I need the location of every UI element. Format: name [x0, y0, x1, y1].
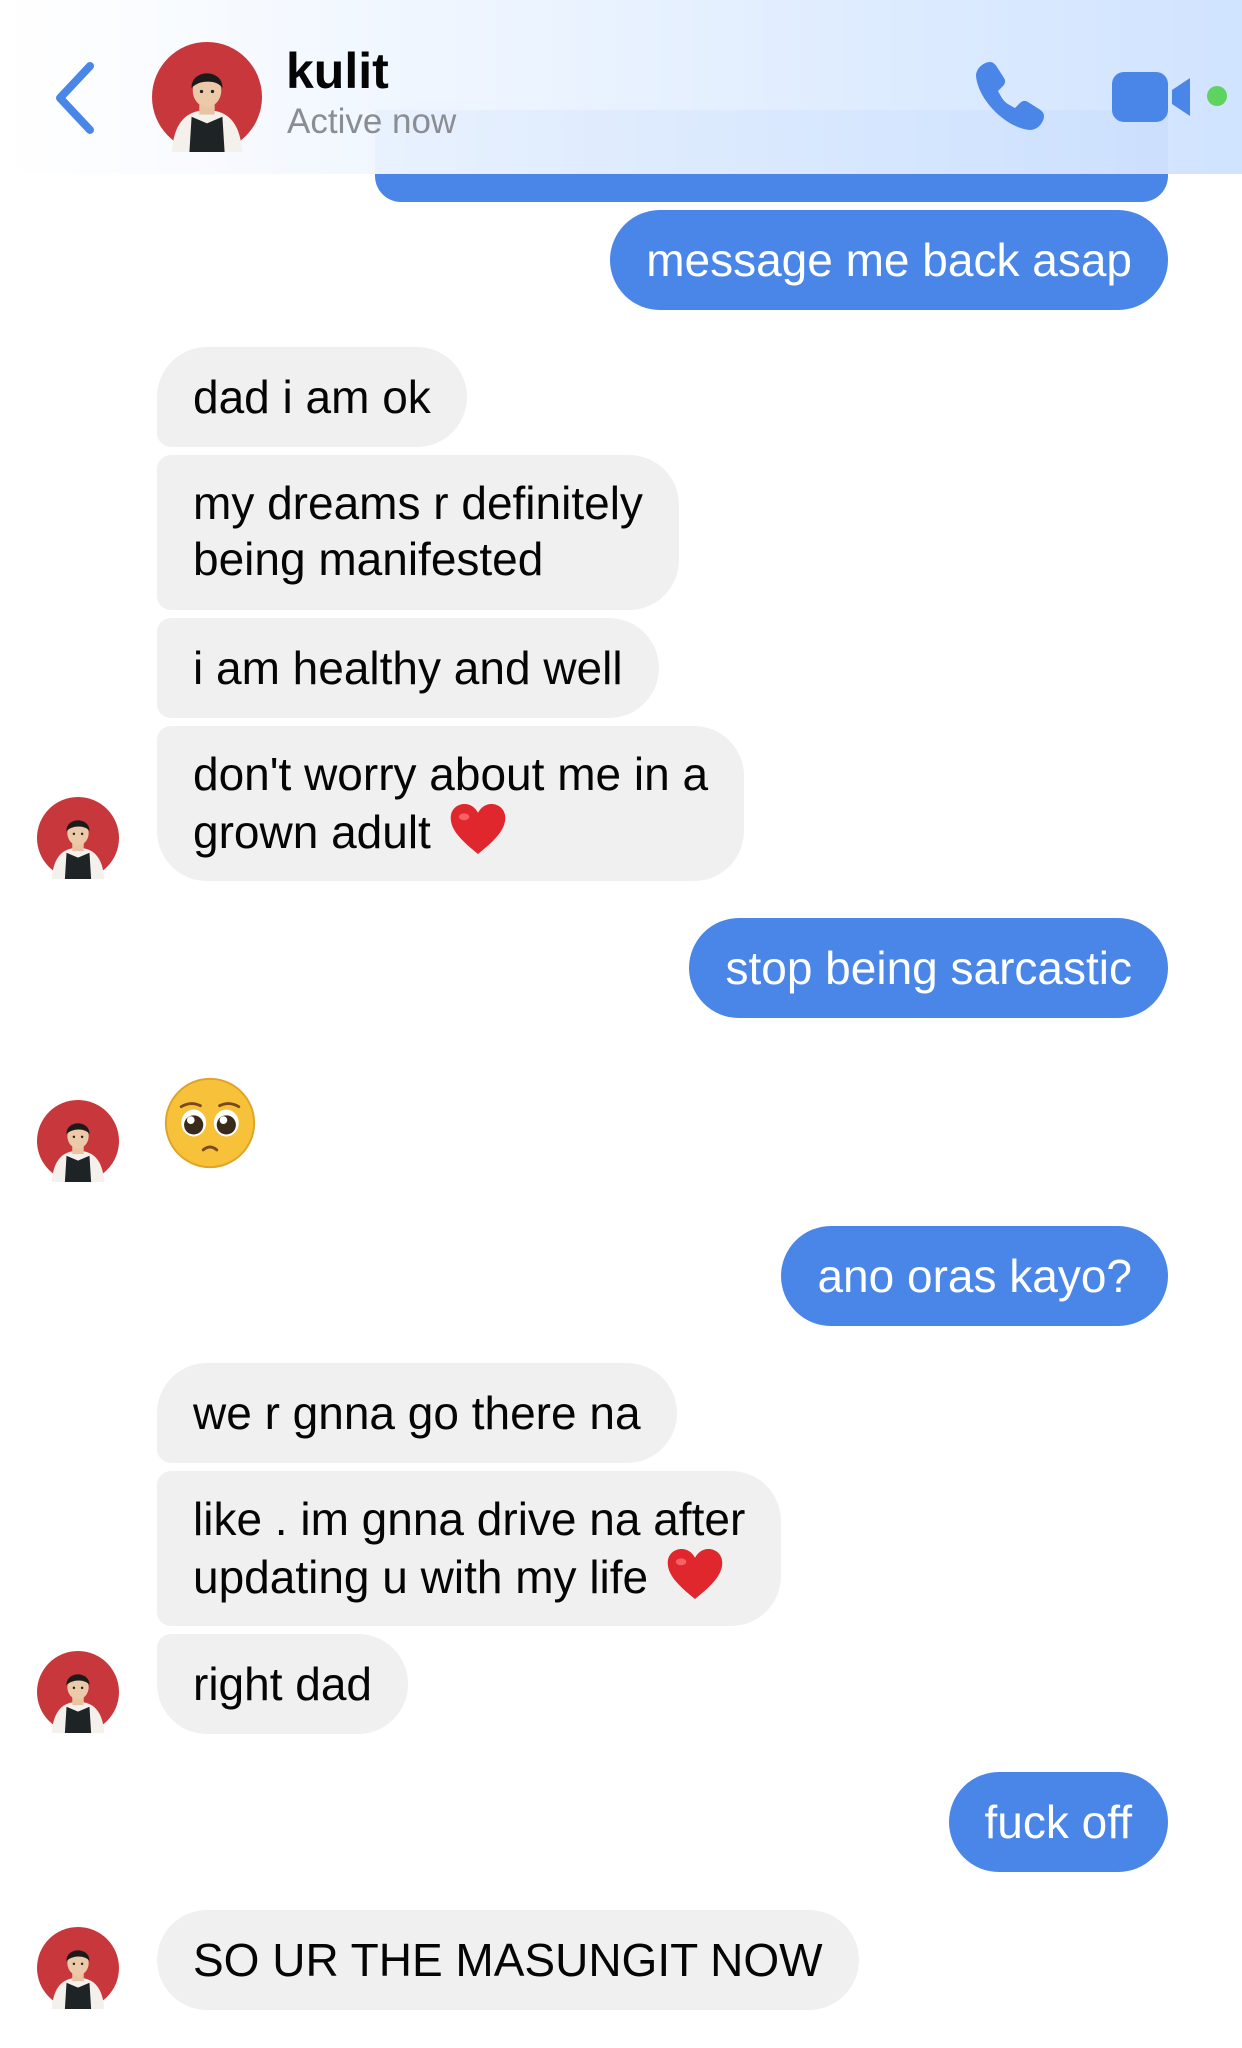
- contact-name[interactable]: kulit: [286, 42, 389, 100]
- message-text: message me back asap: [646, 234, 1132, 286]
- message-text: right dad: [193, 1658, 373, 1710]
- chevron-left-icon[interactable]: [48, 58, 104, 138]
- message-text-line: being manifested: [193, 533, 544, 585]
- message-text: ano oras kayo?: [817, 1250, 1132, 1302]
- phone-icon[interactable]: [970, 56, 1050, 136]
- received-message-bubble[interactable]: right dad: [157, 1634, 409, 1734]
- contact-avatar[interactable]: [37, 797, 119, 879]
- online-indicator: [1207, 86, 1227, 106]
- received-message-bubble[interactable]: dad i am ok: [157, 347, 467, 447]
- received-message-bubble[interactable]: we r gnna go there na: [157, 1363, 677, 1463]
- sent-message-bubble[interactable]: stop being sarcastic: [689, 918, 1168, 1018]
- contact-avatar[interactable]: [37, 1100, 119, 1182]
- message-text: we r gnna go there na: [193, 1387, 641, 1439]
- received-message-bubble[interactable]: don't worry about me in a grown adult: [157, 726, 745, 881]
- message-text-line-with-emoji: grown adult: [193, 802, 708, 860]
- message-text-line: don't worry about me in a: [193, 748, 709, 800]
- contact-avatar[interactable]: [152, 42, 262, 152]
- message-text: stop being sarcastic: [725, 942, 1132, 994]
- chat-header: kulit Active now: [0, 0, 1242, 174]
- received-message-bubble[interactable]: my dreams r definitely being manifested: [157, 455, 679, 610]
- message-text: i am healthy and well: [193, 642, 623, 694]
- sent-message-bubble[interactable]: ano oras kayo?: [781, 1226, 1168, 1326]
- message-text-line-with-emoji: updating u with my life: [193, 1547, 745, 1605]
- message-thread[interactable]: message me back asap dad i am ok my drea…: [0, 0, 1242, 2048]
- received-message-bubble[interactable]: i am healthy and well: [157, 618, 659, 718]
- sent-message-bubble[interactable]: fuck off: [948, 1772, 1168, 1872]
- received-message-bubble[interactable]: SO UR THE MASUNGIT NOW: [157, 1910, 859, 2010]
- contact-avatar[interactable]: [37, 1927, 119, 2009]
- received-message-bubble[interactable]: like . im gnna drive na after updating u…: [157, 1471, 782, 1626]
- red-heart-icon: [666, 1547, 724, 1601]
- message-text: grown adult: [193, 806, 431, 858]
- message-text-line: my dreams r definitely: [193, 477, 643, 529]
- red-heart-icon: [449, 802, 507, 856]
- message-text: dad i am ok: [193, 371, 431, 423]
- pleading-face-icon[interactable]: [162, 1075, 258, 1171]
- message-text-line: like . im gnna drive na after: [193, 1493, 746, 1545]
- video-camera-icon[interactable]: [1110, 68, 1196, 126]
- contact-avatar[interactable]: [37, 1651, 119, 1733]
- message-text: fuck off: [984, 1796, 1132, 1848]
- active-status: Active now: [287, 102, 457, 141]
- sent-message-bubble[interactable]: message me back asap: [610, 210, 1168, 310]
- message-text: updating u with my life: [193, 1551, 649, 1603]
- message-text: SO UR THE MASUNGIT NOW: [193, 1934, 823, 1986]
